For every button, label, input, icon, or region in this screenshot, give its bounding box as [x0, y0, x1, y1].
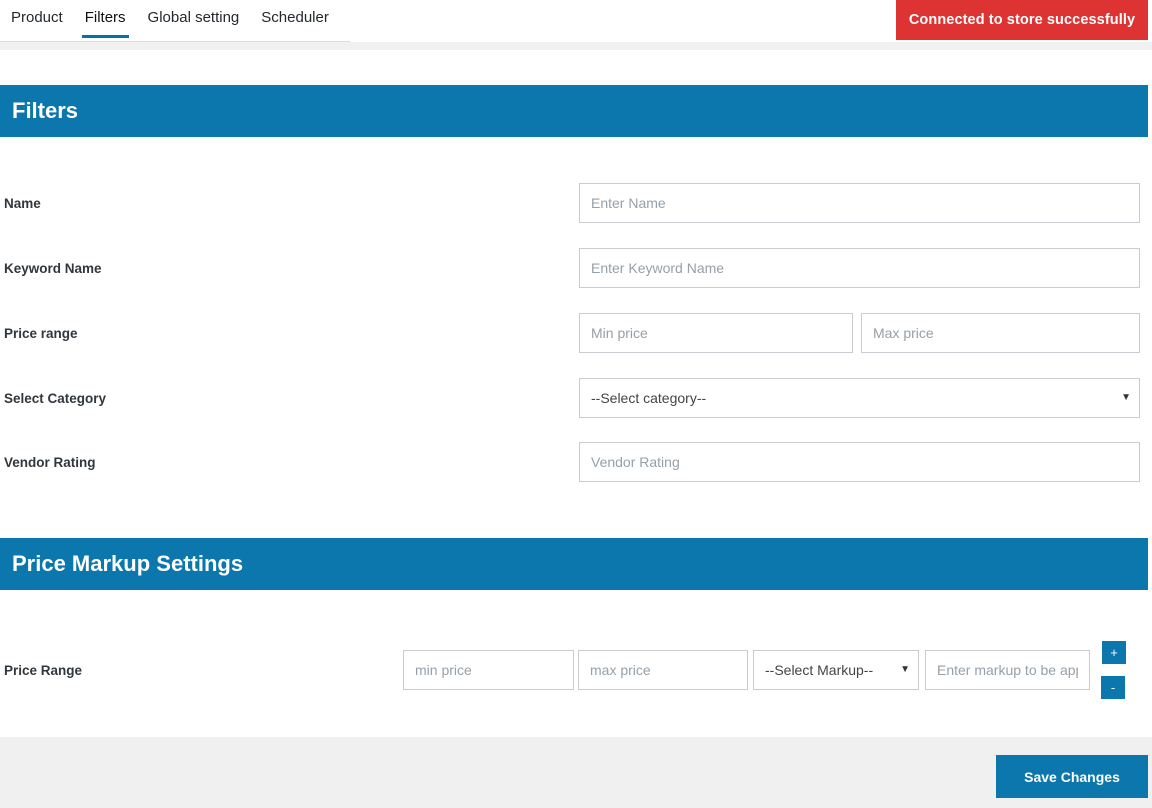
- label-keyword-name: Keyword Name: [4, 260, 102, 276]
- tab-product[interactable]: Product: [0, 0, 74, 38]
- add-markup-row-button[interactable]: +: [1102, 641, 1126, 664]
- min-price-input[interactable]: [579, 313, 853, 353]
- tab-scheduler[interactable]: Scheduler: [250, 0, 340, 38]
- label-select-category: Select Category: [4, 390, 107, 406]
- name-input[interactable]: [579, 183, 1140, 223]
- save-changes-button[interactable]: Save Changes: [996, 755, 1148, 798]
- label-price-range: Price range: [4, 325, 78, 341]
- category-select-wrap: --Select category-- ▼: [579, 378, 1140, 418]
- max-price-input[interactable]: [861, 313, 1140, 353]
- row-markup-price-range: Price Range --Select Markup-- ▼: [0, 650, 1148, 690]
- label-vendor-rating: Vendor Rating: [4, 454, 96, 470]
- markup-panel-header: Price Markup Settings: [0, 538, 1148, 590]
- markup-value-input[interactable]: [925, 650, 1090, 690]
- tab-filters[interactable]: Filters: [74, 0, 137, 38]
- markup-type-select-wrap: --Select Markup-- ▼: [753, 650, 919, 690]
- keyword-name-input[interactable]: [579, 248, 1140, 288]
- footer-bar: Save Changes: [0, 737, 1152, 808]
- vendor-rating-input[interactable]: [579, 442, 1140, 482]
- markup-max-price-input[interactable]: [578, 650, 748, 690]
- row-keyword-name: Keyword Name: [0, 248, 1148, 288]
- row-select-category: Select Category --Select category-- ▼: [0, 378, 1148, 418]
- row-vendor-rating: Vendor Rating: [0, 442, 1148, 482]
- filters-panel-header: Filters: [0, 85, 1148, 137]
- nav-tab-list: Product Filters Global setting Scheduler: [0, 0, 350, 42]
- label-markup-price-range: Price Range: [4, 662, 83, 678]
- top-navbar: Product Filters Global setting Scheduler…: [0, 0, 1152, 42]
- category-select[interactable]: --Select category--: [579, 378, 1140, 418]
- page-root: Product Filters Global setting Scheduler…: [0, 0, 1152, 808]
- markup-type-select[interactable]: --Select Markup--: [753, 650, 919, 690]
- markup-min-price-input[interactable]: [403, 650, 574, 690]
- label-name: Name: [4, 195, 41, 211]
- filters-panel-title: Filters: [12, 98, 79, 123]
- row-name: Name: [0, 183, 1148, 223]
- nav-divider-strip: [0, 42, 1152, 50]
- tab-global-setting[interactable]: Global setting: [137, 0, 251, 38]
- markup-panel-title: Price Markup Settings: [12, 551, 244, 576]
- connection-status-banner: Connected to store successfully: [896, 0, 1148, 40]
- row-price-range: Price range: [0, 313, 1148, 353]
- remove-markup-row-button[interactable]: -: [1101, 676, 1125, 699]
